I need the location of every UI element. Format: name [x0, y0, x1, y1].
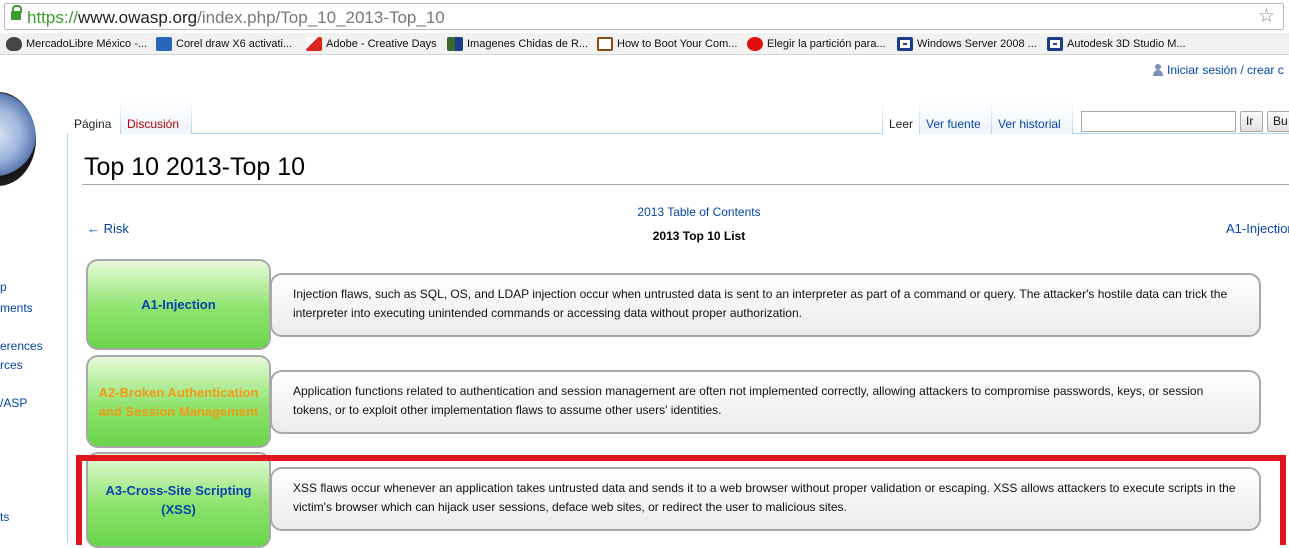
bookmark-autodesk[interactable]: Autodesk 3D Studio M...	[1047, 36, 1186, 52]
toc-link[interactable]: 2013 Table of Contents	[600, 205, 798, 219]
tab-divider	[191, 100, 192, 134]
toc-heading: 2013 Top 10 List	[652, 229, 746, 243]
bookmark-mercadolibre[interactable]: MercadoLibre México -...	[6, 36, 147, 52]
sidebar-item[interactable]: rces	[0, 356, 23, 375]
server-icon	[897, 37, 913, 51]
risk-a1-injection[interactable]: A1-Injection	[86, 259, 271, 350]
sidebar-item[interactable]: erences	[0, 337, 43, 356]
tab-view-source[interactable]: Ver fuente	[920, 100, 991, 134]
address-bar: https://www.owasp.org/index.php/Top_10_2…	[0, 0, 1289, 33]
sidebar-item[interactable]: p	[0, 278, 7, 297]
autodesk-icon	[1047, 37, 1063, 51]
adobe-icon	[306, 37, 322, 51]
bookmark-adobe[interactable]: Adobe - Creative Days	[306, 36, 437, 52]
sidebar-item[interactable]: /ASP	[0, 394, 27, 413]
page-title: Top 10 2013-Top 10	[84, 153, 306, 181]
bookmark-particion[interactable]: Elegir la partición para...	[747, 36, 886, 52]
tab-page[interactable]: Página	[68, 100, 120, 134]
highlight-box	[76, 455, 1286, 545]
star-icon[interactable]: ☆	[1258, 5, 1275, 27]
bookmark-boot[interactable]: How to Boot Your Com...	[597, 36, 737, 52]
search-input[interactable]	[1081, 111, 1236, 132]
red-circle-icon	[747, 37, 763, 51]
handshake-icon	[6, 37, 22, 51]
search-button[interactable]: Bu	[1267, 111, 1289, 132]
bookmark-corel[interactable]: Corel draw X6 activati...	[156, 36, 292, 52]
next-risk-link[interactable]: A1-Injection	[1226, 221, 1289, 236]
tab-discussion[interactable]: Discusión	[121, 100, 191, 134]
bookmarks-bar: MercadoLibre México -... Corel draw X6 a…	[0, 33, 1289, 55]
login-link[interactable]: Iniciar sesión / crear c	[1153, 63, 1284, 77]
title-divider	[82, 184, 1289, 185]
risk-a2-broken-auth[interactable]: A2-Broken Authentication and Session Man…	[86, 355, 271, 448]
url-text[interactable]: https://www.owasp.org/index.php/Top_10_2…	[27, 8, 445, 28]
url-field[interactable]: https://www.owasp.org/index.php/Top_10_2…	[4, 3, 1284, 30]
prev-risk-link[interactable]: ← Risk	[87, 221, 129, 236]
risk-description: Injection flaws, such as SQL, OS, and LD…	[270, 273, 1261, 337]
sidebar-item[interactable]: ts	[0, 508, 9, 527]
lock-icon	[11, 5, 22, 20]
go-button[interactable]: Ir	[1240, 111, 1263, 132]
bookmark-windows-server[interactable]: Windows Server 2008 ...	[897, 36, 1037, 52]
risk-description: Application functions related to authent…	[270, 370, 1261, 434]
boot-icon	[597, 37, 613, 51]
image-icon	[447, 37, 463, 51]
tab-read[interactable]: Leer	[883, 100, 919, 134]
corel-icon	[156, 37, 172, 51]
sidebar-item[interactable]: ments	[0, 299, 33, 318]
tab-divider	[1072, 100, 1073, 134]
user-icon	[1153, 64, 1163, 76]
bookmark-imagenes[interactable]: Imagenes Chidas de R...	[447, 36, 588, 52]
owasp-logo[interactable]	[0, 92, 36, 186]
tab-history[interactable]: Ver historial	[992, 100, 1072, 134]
